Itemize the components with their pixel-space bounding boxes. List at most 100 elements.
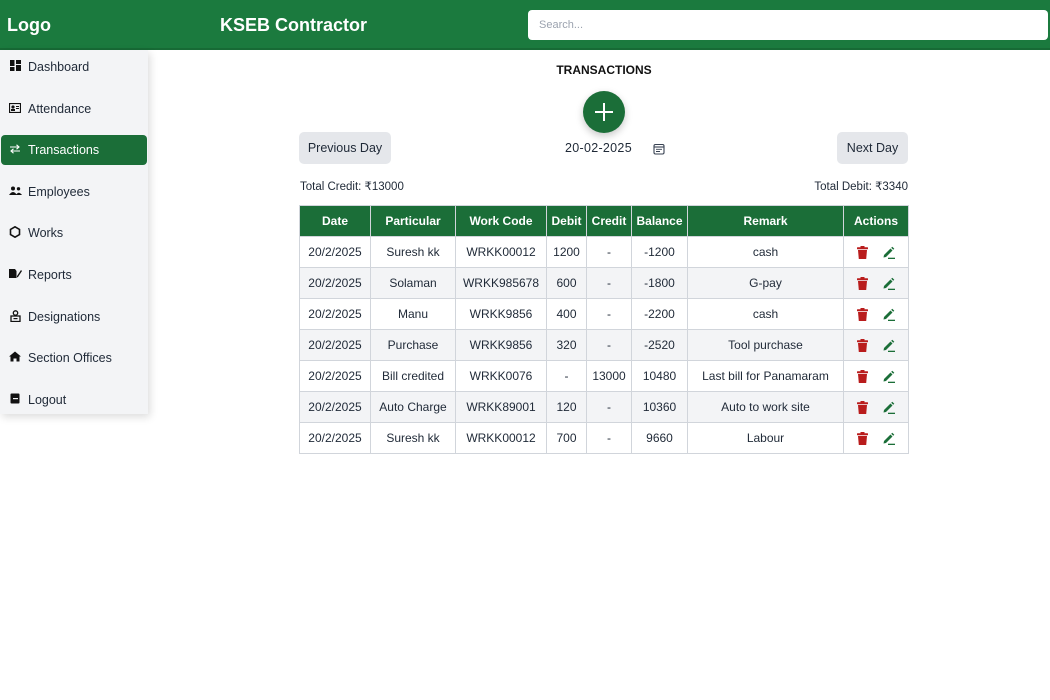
remark-cell: Tool purchase [687,329,844,361]
search-input[interactable] [528,10,1048,40]
row-actions [845,431,908,445]
work-code-cell: WRKK00012 [455,422,547,454]
debit-cell: 700 [546,422,587,454]
sidebar-item-label: Designations [28,310,101,324]
table-header-row: Date Particular Work Code Debit Credit B… [299,205,909,237]
delete-icon[interactable] [857,307,868,321]
actions-cell [843,298,909,330]
previous-day-button[interactable]: Previous Day [299,132,391,164]
credit-cell: - [586,422,632,454]
sidebar-item-logout[interactable]: Logout [1,385,147,415]
edit-icon[interactable] [882,401,895,414]
sidebar-item-label: Section Offices [28,351,112,365]
work-code-cell: WRKK9856 [455,329,547,361]
delete-icon[interactable] [857,400,868,414]
sidebar-item-label: Reports [28,268,72,282]
credit-cell: - [586,391,632,423]
sidebar-item-reports[interactable]: Reports [1,260,147,290]
sidebar-item-section-offices[interactable]: Section Offices [1,343,147,373]
designations-icon [8,309,22,325]
calendar-icon[interactable] [653,142,665,155]
debit-cell: 1200 [546,236,587,268]
table-row: 20/2/2025 Purchase WRKK9856 320- -2520 Tool p… [299,329,909,361]
table-row: 20/2/2025 Suresh kk WRKK00012 1200- -1200 cas… [299,236,909,268]
add-transaction-button[interactable] [583,91,625,133]
balance-cell: -1200 [631,236,688,268]
work-code-cell: WRKK00012 [455,236,547,268]
sidebar-item-label: Attendance [28,102,92,116]
table-row: 20/2/2025 Solaman WRKK985678 600- -1800 G-pay [299,267,909,299]
credit-cell: - [586,267,632,299]
actions-cell [843,360,909,392]
remark-cell: cash [687,236,844,268]
date-picker[interactable]: 20-02-2025 [560,132,670,164]
date-cell: 20/2/2025 [299,391,371,423]
sidebar-item-designations[interactable]: Designations [1,302,147,332]
sidebar: Dashboard Attendance Transactions Employ… [0,50,148,414]
actions-cell [843,267,909,299]
particular-cell: Manu [370,298,456,330]
particular-cell: Auto Charge [370,391,456,423]
balance-cell: 10360 [631,391,688,423]
edit-icon[interactable] [882,308,895,321]
attendance-icon [8,102,22,116]
date-cell: 20/2/2025 [299,236,371,268]
actions-cell [843,422,909,454]
sidebar-item-dashboard[interactable]: Dashboard [1,52,147,82]
table-row: 20/2/2025 Suresh kk WRKK00012 700-9660 Labou… [299,422,909,454]
sidebar-item-label: Transactions [28,143,100,157]
work-code-cell: WRKK89001 [455,391,547,423]
work-code-cell: WRKK9856 [455,298,547,330]
sidebar-item-transactions[interactable]: Transactions [1,135,147,165]
balance-cell: -2200 [631,298,688,330]
reports-icon [8,268,22,282]
logout-icon [8,393,22,407]
employees-icon [8,186,22,199]
logo[interactable]: Logo [7,15,51,36]
total-credit: Total Credit: ₹13000 [300,181,404,193]
next-day-button[interactable]: Next Day [837,132,908,164]
row-actions [845,400,908,414]
column-header-work-code: Work Code [455,205,547,237]
edit-icon[interactable] [882,277,895,290]
row-actions [845,276,908,290]
table-row: 20/2/2025 Bill credited WRKK0076-13000 1048… [299,360,909,392]
column-header-balance: Balance [631,205,688,237]
table-row: 20/2/2025 Manu WRKK9856 400- -2200 cash [299,298,909,330]
edit-icon[interactable] [882,432,895,445]
remark-cell: Last bill for Panamaram [687,360,844,392]
delete-icon[interactable] [857,431,868,445]
column-header-particular: Particular [370,205,456,237]
delete-icon[interactable] [857,369,868,383]
actions-cell [843,236,909,268]
sidebar-item-employees[interactable]: Employees [1,177,147,207]
edit-icon[interactable] [882,246,895,259]
sidebar-item-works[interactable]: Works [1,218,147,248]
remark-cell: G-pay [687,267,844,299]
debit-cell: 120 [546,391,587,423]
row-actions [845,369,908,383]
sidebar-item-label: Logout [28,393,67,407]
delete-icon[interactable] [857,338,868,352]
transactions-icon [8,143,22,157]
work-code-cell: WRKK985678 [455,267,547,299]
works-icon [8,225,22,241]
top-bar: Logo KSEB Contractor [0,0,1050,50]
credit-cell: 13000 [586,360,632,392]
edit-icon[interactable] [882,339,895,352]
sidebar-item-label: Dashboard [28,60,90,74]
row-actions [845,245,908,259]
credit-cell: - [586,298,632,330]
column-header-remark: Remark [687,205,844,237]
credit-cell: - [586,329,632,361]
sidebar-item-attendance[interactable]: Attendance [1,94,147,124]
date-cell: 20/2/2025 [299,329,371,361]
debit-cell: 320 [546,329,587,361]
delete-icon[interactable] [857,245,868,259]
remark-cell: Auto to work site [687,391,844,423]
edit-icon[interactable] [882,370,895,383]
remark-cell: Labour [687,422,844,454]
date-cell: 20/2/2025 [299,422,371,454]
delete-icon[interactable] [857,276,868,290]
app-title: KSEB Contractor [220,15,368,35]
